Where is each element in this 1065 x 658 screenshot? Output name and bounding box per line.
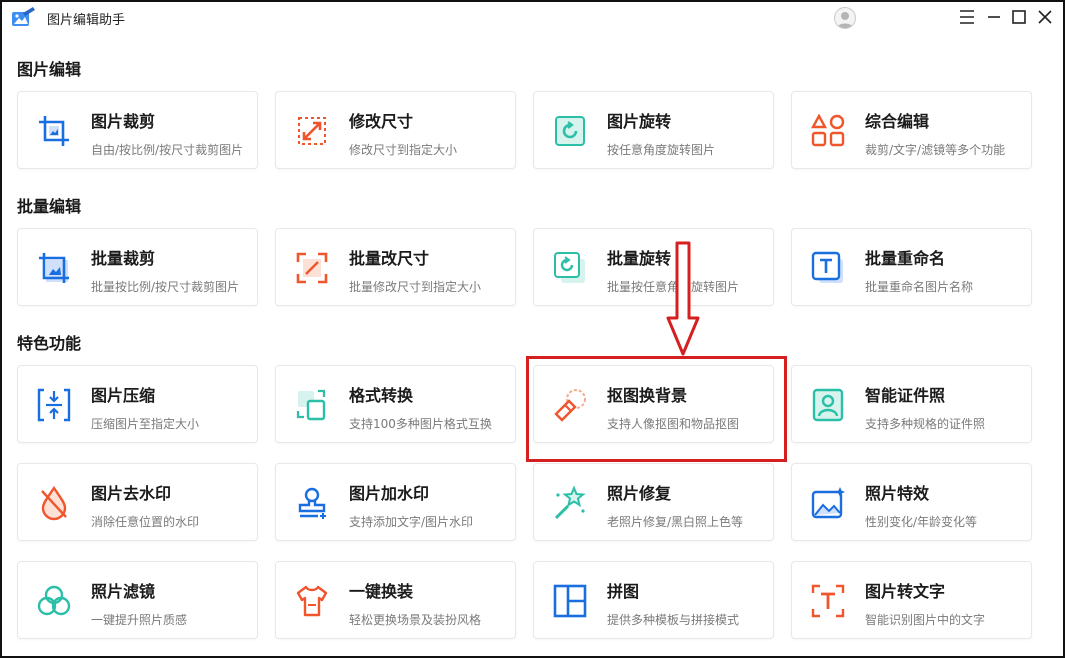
- card-title: 照片修复: [607, 484, 672, 503]
- card-image-rotate[interactable]: 图片旋转 按任意角度旋转图片: [533, 91, 774, 169]
- card-desc: 支持人像抠图和物品抠图: [607, 417, 740, 431]
- app-title: 图片编辑助手: [47, 13, 126, 28]
- card-title: 批量重命名: [865, 249, 946, 268]
- card-desc: 性别变化/年龄变化等: [865, 515, 978, 529]
- section-title-image-edit: 图片编辑: [17, 60, 82, 79]
- card-title: 修改尺寸: [349, 112, 414, 131]
- rotate-icon: [555, 116, 585, 146]
- filter-icon: [37, 585, 71, 616]
- card-title: 图片去水印: [91, 484, 172, 503]
- card-desc: 裁剪/文字/滤镜等多个功能: [865, 143, 1006, 157]
- card-combined-edit[interactable]: 综合编辑 裁剪/文字/滤镜等多个功能: [791, 91, 1032, 169]
- minimize-icon[interactable]: [984, 7, 1004, 27]
- card-batch-rotate[interactable]: 批量旋转 批量按任意角度旋转图片: [533, 228, 774, 306]
- add-watermark-icon: [298, 487, 326, 519]
- card-title: 批量旋转: [607, 249, 672, 268]
- card-desc: 修改尺寸到指定大小: [349, 143, 458, 157]
- id-photo-icon: [812, 388, 844, 422]
- close-icon[interactable]: [1035, 7, 1055, 27]
- card-desc: 提供多种模板与拼接模式: [607, 613, 740, 627]
- card-outfit-change[interactable]: 一键换装 轻松更换场景及装扮风格: [275, 561, 516, 639]
- card-photo-effect[interactable]: 照片特效 性别变化/年龄变化等: [791, 463, 1032, 541]
- card-title: 图片加水印: [349, 484, 430, 503]
- card-title: 智能证件照: [865, 386, 946, 405]
- card-title: 图片裁剪: [91, 112, 156, 131]
- card-desc: 压缩图片至指定大小: [91, 417, 200, 431]
- shirt-icon: [296, 585, 328, 617]
- card-desc: 支持100多种图片格式互换: [349, 417, 492, 431]
- card-id-photo[interactable]: 智能证件照 支持多种规格的证件照: [791, 365, 1032, 443]
- card-title: 格式转换: [349, 386, 414, 405]
- maximize-icon[interactable]: [1009, 7, 1029, 27]
- card-desc: 轻松更换场景及装扮风格: [349, 613, 482, 627]
- card-desc: 批量按比例/按尺寸裁剪图片: [91, 280, 240, 294]
- card-desc: 批量修改尺寸到指定大小: [349, 280, 482, 294]
- card-desc: 一键提升照片质感: [91, 613, 188, 627]
- app-logo-icon: [12, 7, 35, 26]
- batch-rotate-icon: [554, 252, 585, 283]
- card-photo-repair[interactable]: 照片修复 老照片修复/黑白照上色等: [533, 463, 774, 541]
- arrow-down-icon: [666, 241, 700, 356]
- card-title: 图片压缩: [91, 386, 156, 405]
- rename-icon: [811, 251, 843, 283]
- batch-crop-icon: [39, 253, 69, 283]
- format-convert-icon: [296, 389, 326, 421]
- section-title-batch-edit: 批量编辑: [17, 197, 82, 216]
- card-desc: 智能识别图片中的文字: [865, 613, 986, 627]
- card-remove-watermark[interactable]: 图片去水印 消除任意位置的水印: [17, 463, 258, 541]
- card-image-compress[interactable]: 图片压缩 压缩图片至指定大小: [17, 365, 258, 443]
- card-title: 照片滤镜: [91, 582, 156, 601]
- card-title: 批量改尺寸: [349, 249, 430, 268]
- card-batch-resize[interactable]: 批量改尺寸 批量修改尺寸到指定大小: [275, 228, 516, 306]
- resize-icon: [298, 117, 326, 145]
- title-bar: 图片编辑助手: [0, 0, 1065, 34]
- card-desc: 老照片修复/黑白照上色等: [607, 515, 744, 529]
- crop-icon: [39, 116, 69, 146]
- card-title: 一键换装: [349, 582, 414, 601]
- card-title: 批量裁剪: [91, 249, 156, 268]
- card-resize[interactable]: 修改尺寸 修改尺寸到指定大小: [275, 91, 516, 169]
- photo-effect-icon: [811, 487, 845, 519]
- card-title: 抠图换背景: [607, 386, 688, 405]
- card-photo-filter[interactable]: 照片滤镜 一键提升照片质感: [17, 561, 258, 639]
- menu-icon[interactable]: [957, 7, 977, 27]
- collage-icon: [553, 584, 587, 618]
- card-desc: 支持添加文字/图片水印: [349, 515, 474, 529]
- shapes-icon: [810, 113, 845, 147]
- card-title: 图片旋转: [607, 112, 672, 131]
- card-title: 综合编辑: [865, 112, 930, 131]
- card-format-convert[interactable]: 格式转换 支持100多种图片格式互换: [275, 365, 516, 443]
- card-batch-rename[interactable]: 批量重命名 批量重命名图片名称: [791, 228, 1032, 306]
- card-desc: 按任意角度旋转图片: [607, 143, 716, 157]
- avatar-icon: [837, 12, 853, 28]
- section-title-features: 特色功能: [17, 334, 82, 353]
- card-title: 拼图: [607, 582, 640, 601]
- magic-wand-icon: [554, 485, 586, 520]
- card-add-watermark[interactable]: 图片加水印 支持添加文字/图片水印: [275, 463, 516, 541]
- card-desc: 批量重命名图片名称: [865, 280, 974, 294]
- card-collage[interactable]: 拼图 提供多种模板与拼接模式: [533, 561, 774, 639]
- user-avatar[interactable]: [834, 7, 856, 29]
- card-title: 图片转文字: [865, 582, 946, 601]
- card-desc: 自由/按比例/按尺寸裁剪图片: [91, 143, 244, 157]
- ocr-icon: [811, 584, 845, 618]
- card-image-crop[interactable]: 图片裁剪 自由/按比例/按尺寸裁剪图片: [17, 91, 258, 169]
- remove-watermark-icon: [41, 485, 67, 521]
- card-batch-crop[interactable]: 批量裁剪 批量按比例/按尺寸裁剪图片: [17, 228, 258, 306]
- card-cutout-background[interactable]: 抠图换背景 支持人像抠图和物品抠图: [533, 365, 774, 443]
- eraser-icon: [554, 389, 586, 422]
- card-title: 照片特效: [865, 484, 930, 503]
- card-desc: 支持多种规格的证件照: [865, 417, 986, 431]
- card-desc: 消除任意位置的水印: [91, 515, 200, 529]
- batch-resize-icon: [296, 252, 328, 284]
- compress-icon: [37, 388, 71, 422]
- card-image-to-text[interactable]: 图片转文字 智能识别图片中的文字: [791, 561, 1032, 639]
